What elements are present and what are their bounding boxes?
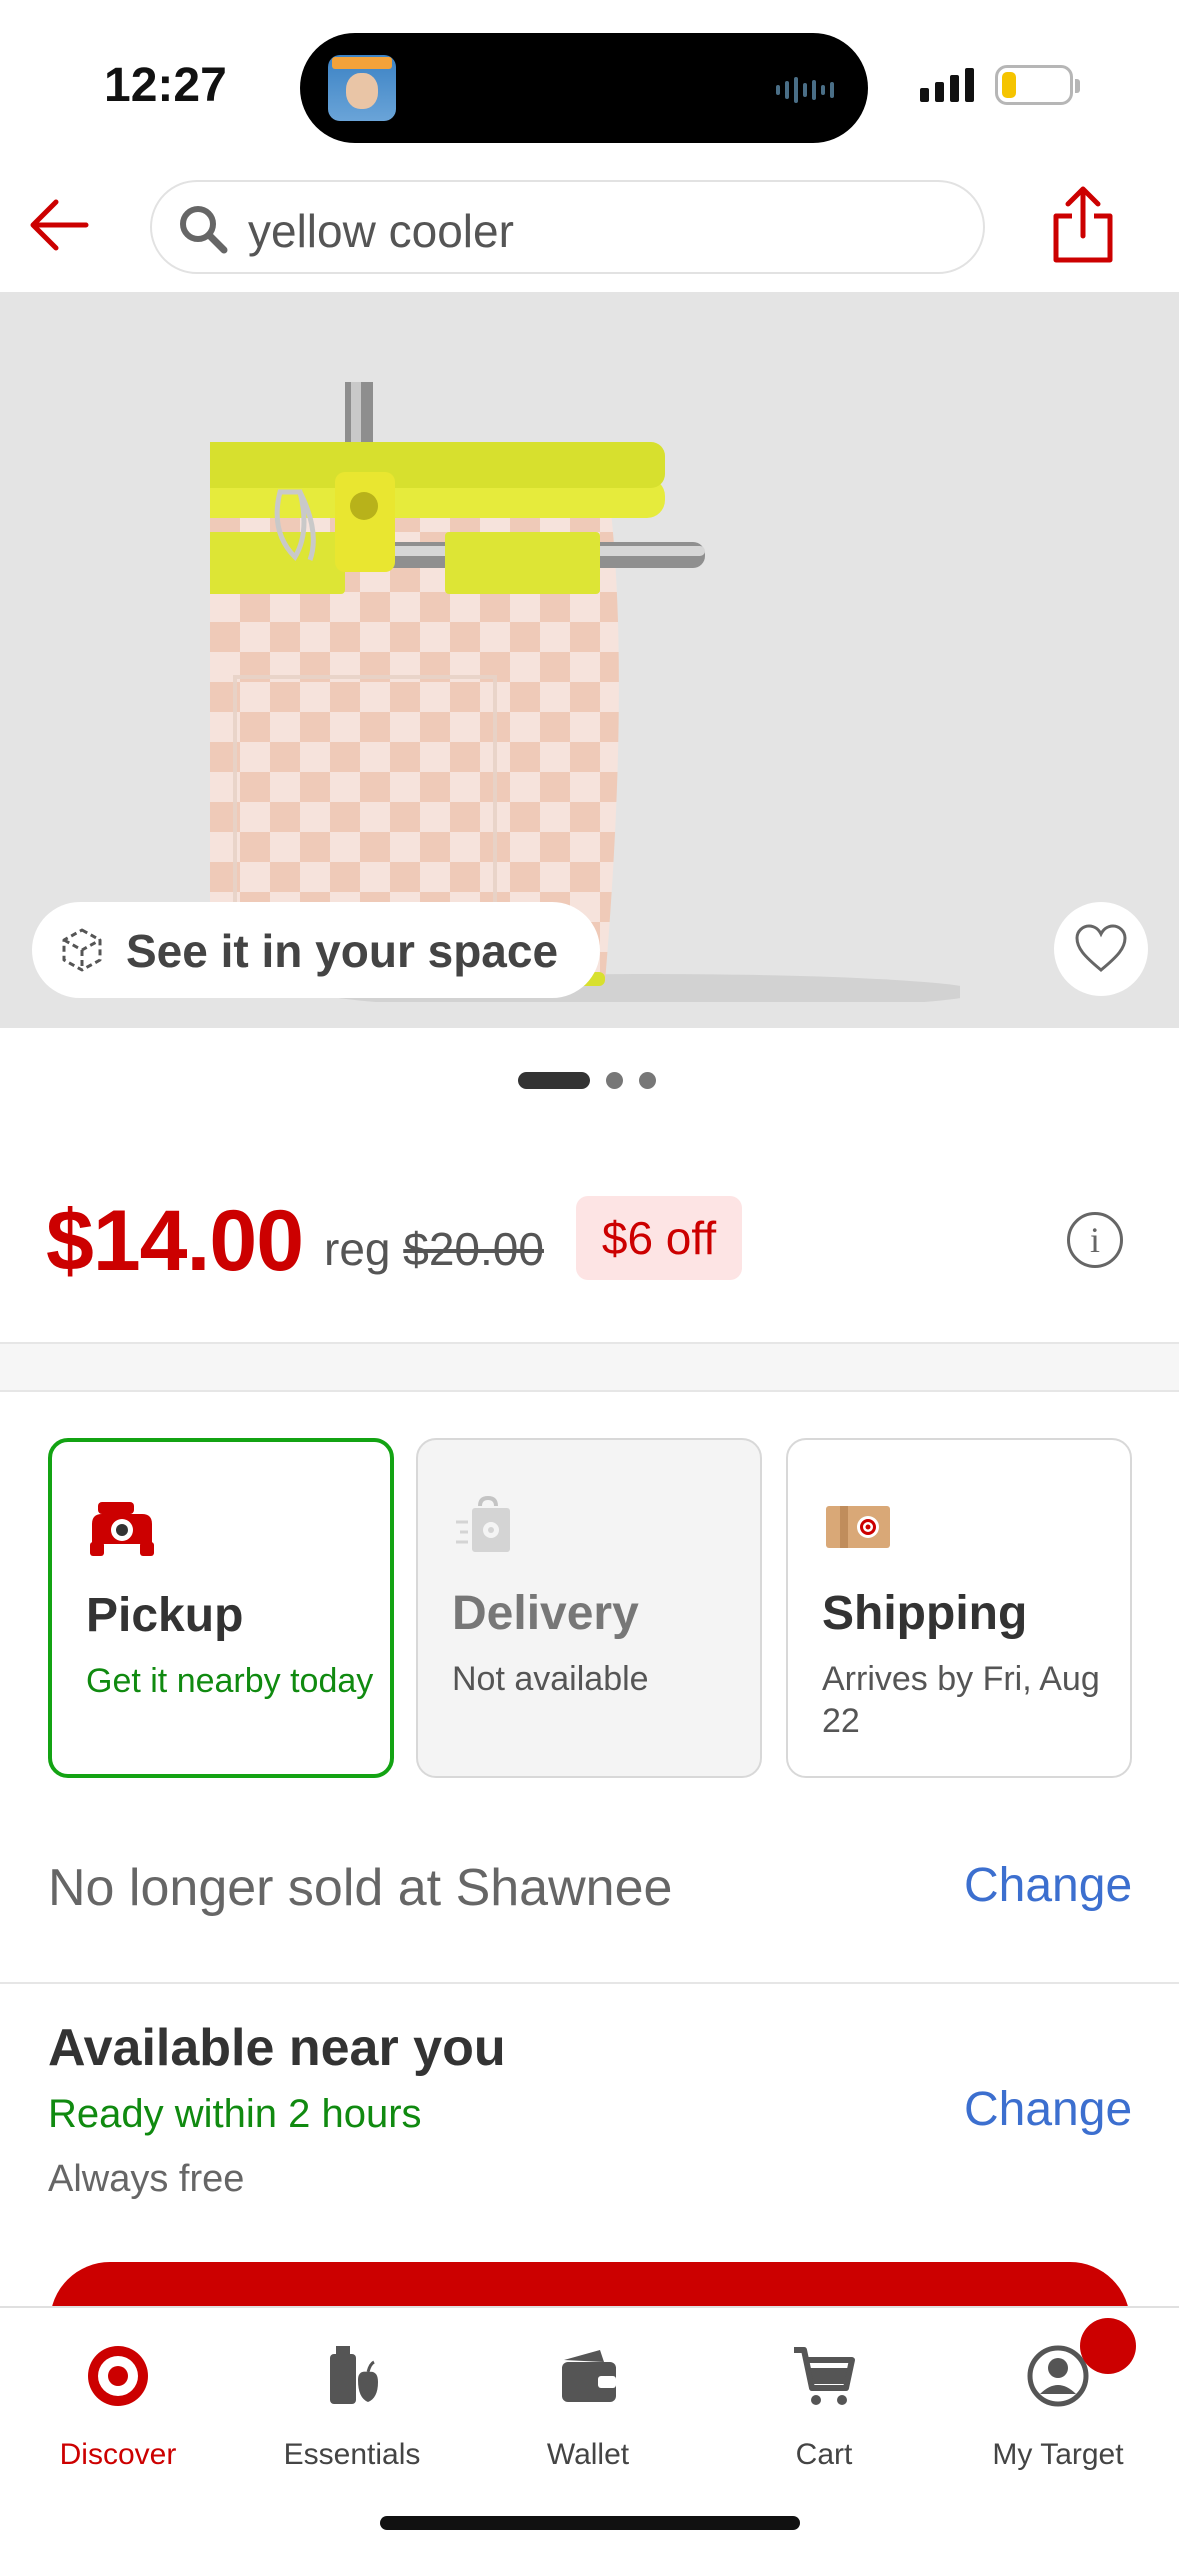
cart-icon	[794, 2347, 855, 2405]
tab-discover[interactable]: Discover	[18, 2330, 218, 2480]
fulfillment-title: Pickup	[86, 1589, 244, 1642]
ar-cube-icon	[62, 928, 102, 972]
current-price: $14.00	[46, 1193, 304, 1289]
arrow-left-icon[interactable]	[24, 190, 94, 260]
tab-wallet[interactable]: Wallet	[488, 2330, 688, 2480]
wallet-icon	[562, 2350, 616, 2402]
favorite-button[interactable]	[1054, 902, 1148, 996]
heart-icon	[1075, 924, 1127, 972]
search-icon	[180, 206, 228, 254]
tab-essentials[interactable]: Essentials	[252, 2330, 452, 2480]
fulfillment-card-shipping[interactable]: Shipping Arrives by Fri, Aug 22	[786, 1438, 1132, 1778]
tab-cart[interactable]: Cart	[724, 2330, 924, 2480]
section-divider	[0, 1342, 1179, 1392]
tab-label: My Target	[992, 2438, 1124, 2471]
product-image-carousel[interactable]: See it in your space	[0, 292, 1179, 1028]
sticker-logo	[332, 57, 392, 69]
fulfillment-card-delivery[interactable]: Delivery Not available	[416, 1438, 762, 1778]
carousel-dot[interactable]	[606, 1072, 623, 1089]
search-input[interactable]: yellow cooler	[150, 180, 985, 274]
fulfillment-title: Delivery	[452, 1587, 639, 1640]
share-icon[interactable]	[1050, 184, 1116, 266]
pickup-car-icon	[90, 1502, 154, 1556]
audio-waveform-icon	[776, 77, 834, 103]
tab-label: Cart	[795, 2438, 853, 2471]
divider	[0, 1982, 1179, 1984]
tab-label: Wallet	[546, 2438, 630, 2471]
essentials-icon	[330, 2346, 378, 2404]
dynamic-island[interactable]	[300, 33, 868, 143]
reg-amount: $20.00	[403, 1223, 544, 1275]
see-it-in-your-space-button[interactable]: See it in your space	[32, 902, 600, 998]
battery-level	[1002, 72, 1016, 98]
tab-label: Essentials	[283, 2438, 421, 2471]
store-status-text: No longer sold at Shawnee	[48, 1859, 673, 1917]
fulfillment-card-pickup[interactable]: Pickup Get it nearby today	[48, 1438, 394, 1778]
carousel-dot[interactable]	[639, 1072, 656, 1089]
availability-ready-text: Ready within 2 hours	[48, 2092, 422, 2136]
fulfillment-subtitle: Not available	[452, 1660, 649, 1698]
discount-badge: $6 off	[576, 1196, 742, 1280]
fulfillment-title: Shipping	[822, 1587, 1028, 1640]
carousel-pagination	[518, 1072, 656, 1089]
regular-price: reg $20.00	[324, 1222, 544, 1276]
home-indicator[interactable]	[380, 2516, 800, 2530]
info-icon[interactable]: i	[1067, 1212, 1123, 1268]
status-time: 12:27	[104, 59, 227, 112]
availability-fee-text: Always free	[48, 2158, 245, 2200]
battery-icon	[995, 65, 1080, 105]
tab-label: Discover	[59, 2438, 177, 2471]
status-bar: 12:27	[0, 0, 1179, 170]
ar-button-label: See it in your space	[126, 925, 559, 977]
target-logo-icon	[88, 2346, 148, 2406]
notification-badge	[1080, 2318, 1136, 2374]
carousel-dot-active[interactable]	[518, 1072, 590, 1089]
signal-icon	[920, 68, 974, 102]
fulfillment-subtitle: Get it nearby today	[86, 1662, 374, 1700]
change-availability-link[interactable]: Change	[964, 2082, 1132, 2137]
search-query-text: yellow cooler	[248, 205, 514, 257]
fulfillment-subtitle: Arrives by Fri, Aug 22	[822, 1660, 1100, 1740]
island-sticker-image	[328, 55, 396, 121]
shipping-box-icon	[826, 1506, 890, 1548]
reg-prefix: reg	[324, 1223, 391, 1275]
change-store-link[interactable]: Change	[964, 1858, 1132, 1913]
availability-heading: Available near you	[48, 2019, 506, 2077]
delivery-bag-icon	[456, 1495, 510, 1552]
sticker-face	[346, 73, 378, 109]
